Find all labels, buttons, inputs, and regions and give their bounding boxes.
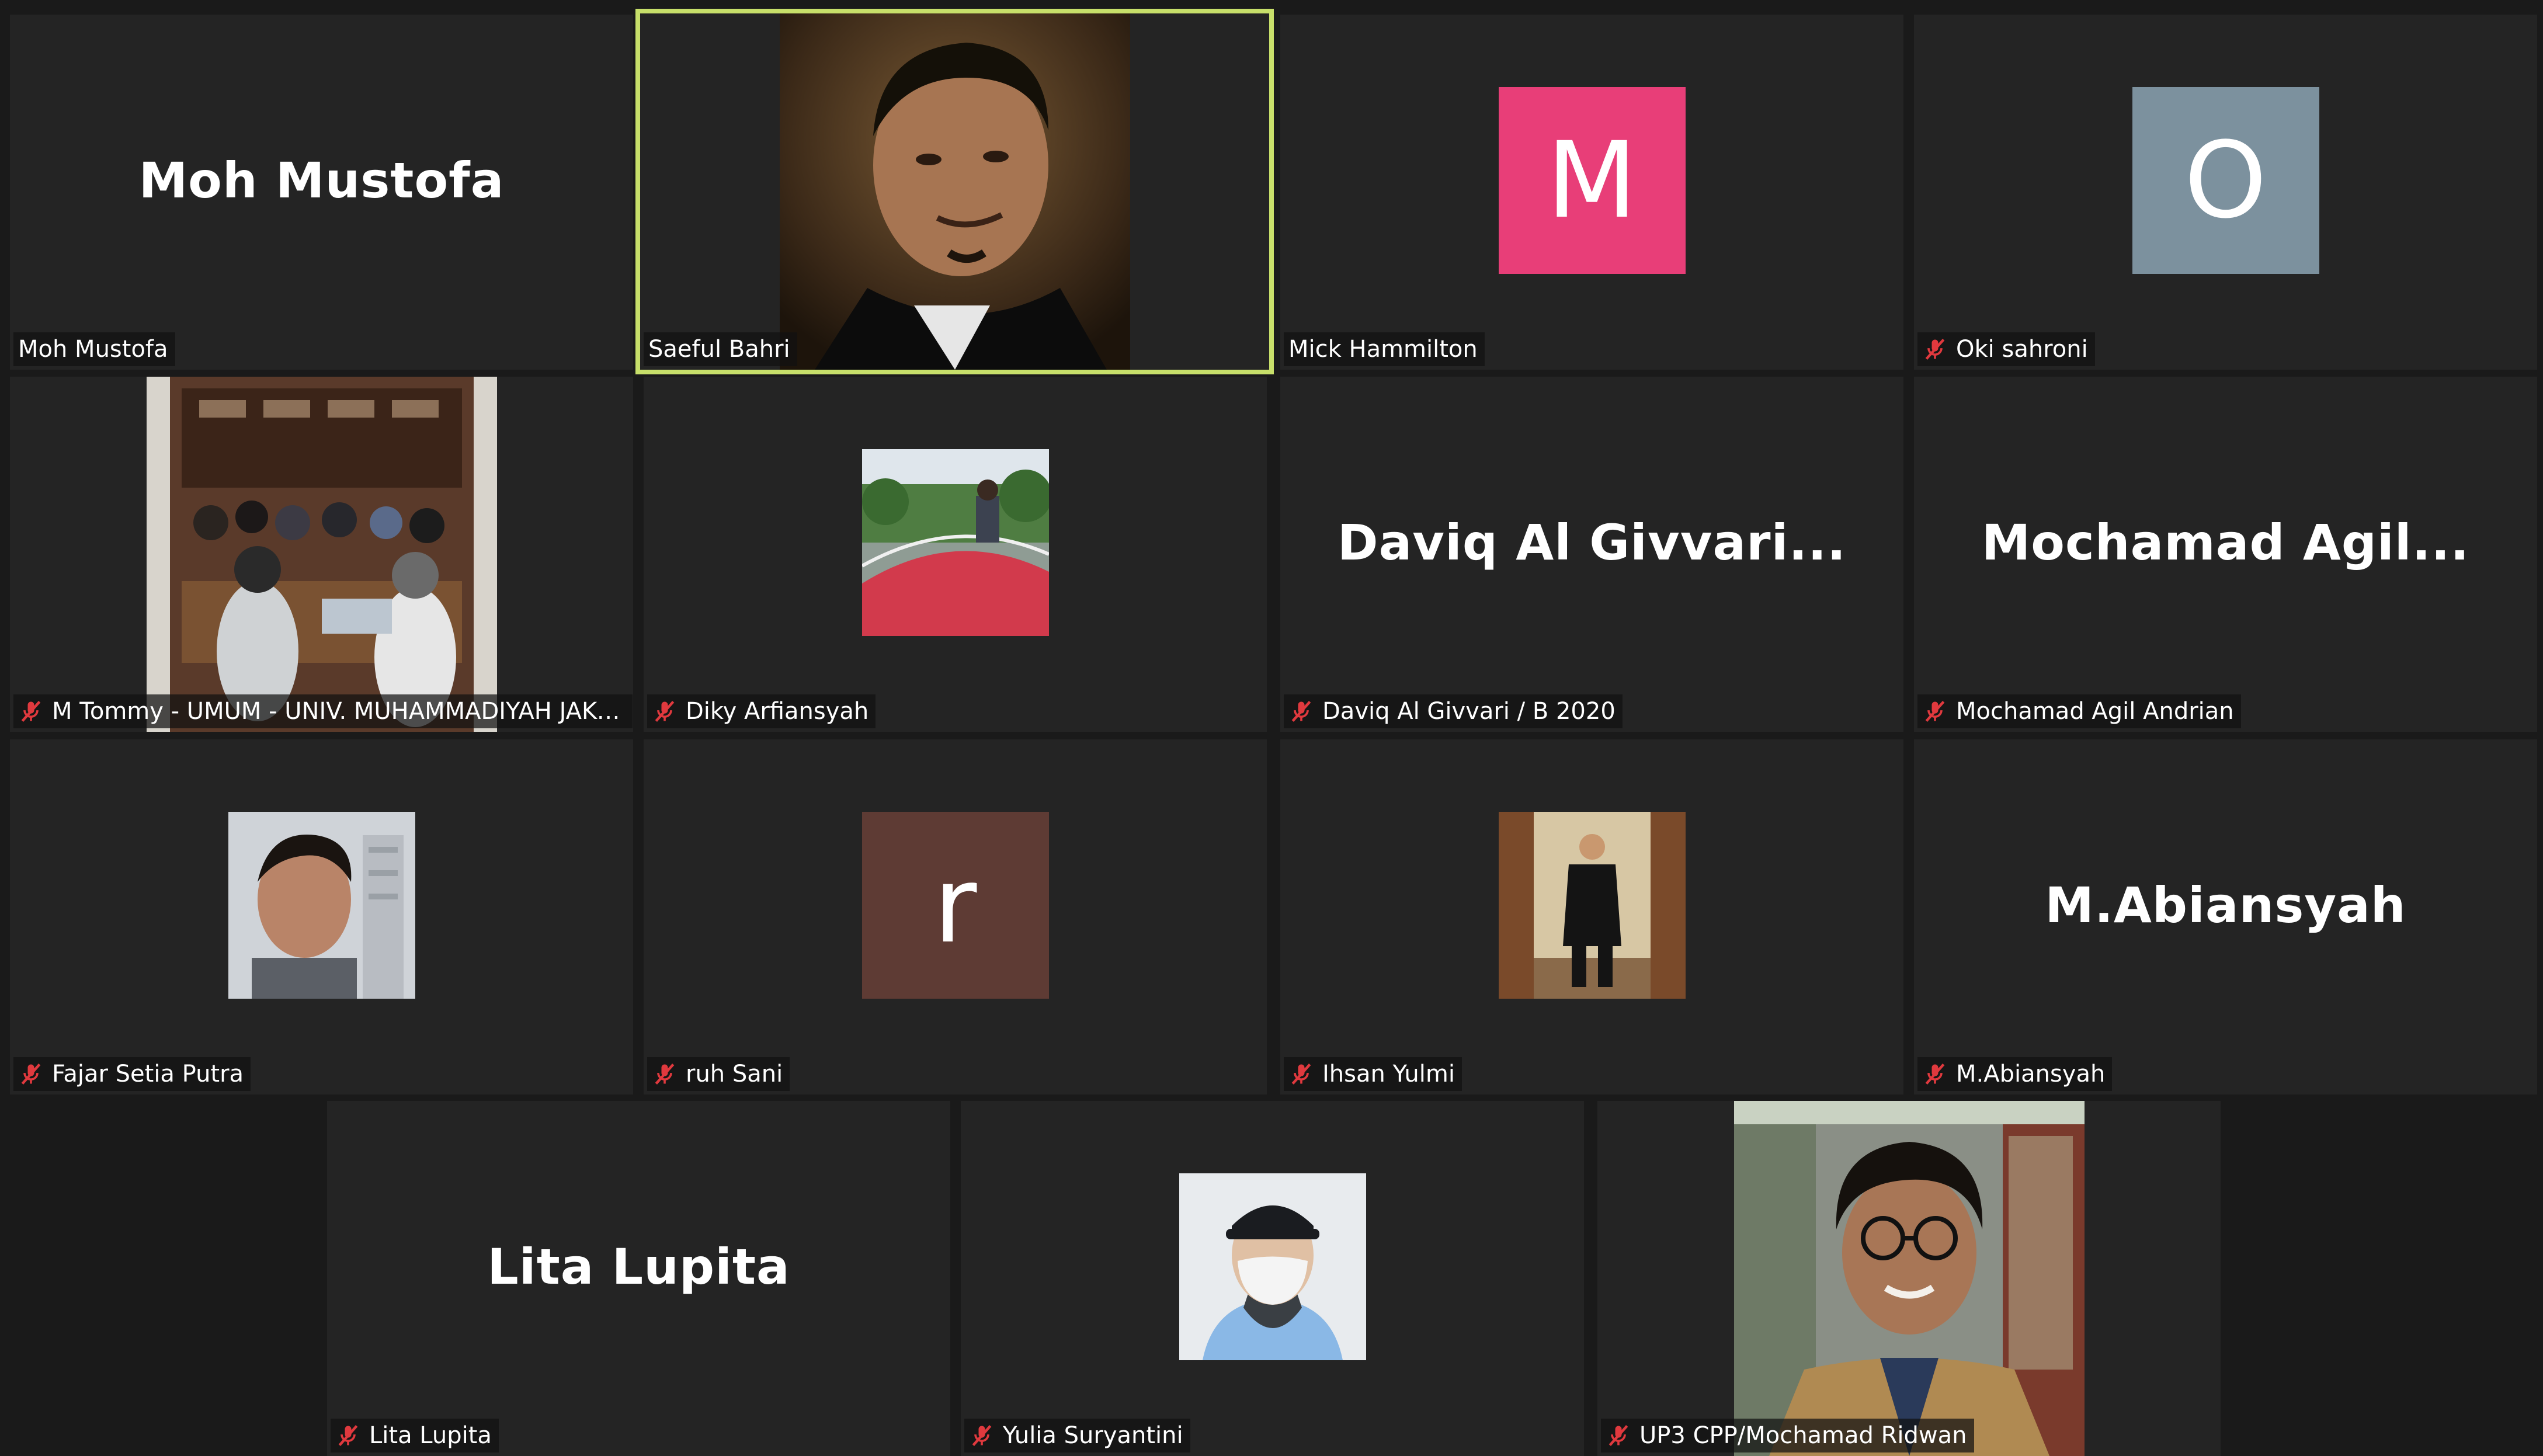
participant-name: Saeful Bahri [648, 336, 790, 363]
mic-muted-icon [1288, 1061, 1314, 1087]
participant-name: Ihsan Yulmi [1322, 1061, 1455, 1087]
mic-muted-icon [1922, 699, 1948, 724]
participant-video [146, 377, 497, 732]
participant-tile-mick-hammilton[interactable]: M Mick Hammilton [1280, 15, 1903, 370]
participant-name-display: Moh Mustofa [138, 152, 505, 209]
participant-name: Lita Lupita [369, 1422, 492, 1449]
participant-tile-m-abiansyah[interactable]: M.Abiansyah M.Abiansyah [1914, 739, 2537, 1094]
participant-name-label: Yulia Suryantini [964, 1419, 1190, 1452]
participant-name-label: Ihsan Yulmi [1284, 1057, 1462, 1091]
mic-muted-icon [18, 699, 44, 724]
participant-name: ruh Sani [686, 1061, 783, 1087]
participant-tile-daviq-al-givvari[interactable]: Daviq Al Givvari... Daviq Al Givvari / B… [1280, 377, 1903, 732]
mic-muted-icon [1922, 1061, 1948, 1087]
participant-name: Mick Hammilton [1288, 336, 1478, 363]
participant-name: Yulia Suryantini [1003, 1422, 1183, 1449]
participant-name: Fajar Setia Putra [52, 1061, 244, 1087]
participant-tile-saeful-bahri[interactable]: Saeful Bahri [635, 9, 1274, 374]
mic-muted-icon [335, 1423, 361, 1448]
participant-name: M Tommy - UMUM - UNIV. MUHAMMADIYAH JAKA… [52, 698, 626, 725]
participant-name-label: Mochamad Agil Andrian [1917, 694, 2241, 728]
mic-muted-icon [969, 1423, 995, 1448]
participant-name: M.Abiansyah [1956, 1061, 2106, 1087]
participant-name-label: Moh Mustofa [13, 332, 175, 366]
participant-name: UP3 CPP/Mochamad Ridwan [1639, 1422, 1967, 1449]
participant-video [228, 812, 415, 999]
participant-tile-ihsan-yulmi[interactable]: Ihsan Yulmi [1280, 739, 1903, 1094]
mic-muted-icon [652, 699, 678, 724]
participant-name-display: Mochamad Agil... [1981, 514, 2470, 571]
participant-tile-up3-cpp-mochamad-ridwan[interactable]: UP3 CPP/Mochamad Ridwan [1597, 1101, 2221, 1456]
participant-name-label: Mick Hammilton [1284, 332, 1485, 366]
participant-name: Diky Arfiansyah [686, 698, 869, 725]
avatar: M [1498, 87, 1686, 274]
avatar: r [861, 812, 1049, 999]
participant-name-label: Diky Arfiansyah [647, 694, 876, 728]
participant-name-label: Lita Lupita [331, 1419, 499, 1452]
avatar: O [2132, 87, 2319, 274]
participant-name-display: M.Abiansyah [2045, 877, 2406, 934]
participant-video [1498, 812, 1686, 999]
participant-tile-fajar-setia-putra[interactable]: Fajar Setia Putra [10, 739, 633, 1094]
participant-name-label: Saeful Bahri [644, 332, 797, 366]
mic-muted-icon [652, 1061, 678, 1087]
participant-tile-oki-sahroni[interactable]: O Oki sahroni [1914, 15, 2537, 370]
participant-name: Mochamad Agil Andrian [1956, 698, 2234, 725]
mic-muted-icon [18, 1061, 44, 1087]
participant-name-label: Oki sahroni [1917, 332, 2095, 366]
participant-name-display: Daviq Al Givvari... [1337, 514, 1847, 571]
participant-name-label: UP3 CPP/Mochamad Ridwan [1601, 1419, 1974, 1452]
mic-muted-icon [1922, 336, 1948, 362]
mic-muted-icon [1606, 1423, 1631, 1448]
participant-name-label: Daviq Al Givvari / B 2020 [1284, 694, 1623, 728]
participant-name-label: M Tommy - UMUM - UNIV. MUHAMMADIYAH JAKA… [13, 694, 633, 728]
mic-muted-icon [1288, 699, 1314, 724]
participant-video [861, 449, 1049, 636]
participant-tile-ruh-sani[interactable]: r ruh Sani [644, 739, 1267, 1094]
participant-name-label: Fajar Setia Putra [13, 1057, 251, 1091]
participant-tile-moh-mustofa[interactable]: Moh Mustofa Moh Mustofa [10, 15, 633, 370]
participant-video [779, 13, 1130, 370]
participant-video [1179, 1173, 1366, 1360]
participant-name-label: ruh Sani [647, 1057, 790, 1091]
participant-tile-m-tommy[interactable]: M Tommy - UMUM - UNIV. MUHAMMADIYAH JAKA… [10, 377, 633, 732]
participant-name-label: M.Abiansyah [1917, 1057, 2113, 1091]
participant-tile-yulia-suryantini[interactable]: Yulia Suryantini [961, 1101, 1584, 1456]
participant-name-display: Lita Lupita [487, 1238, 790, 1295]
participant-video [1733, 1101, 2085, 1456]
participant-tile-diky-arfiansyah[interactable]: Diky Arfiansyah [644, 377, 1267, 732]
participant-name: Oki sahroni [1956, 336, 2088, 363]
participant-name: Daviq Al Givvari / B 2020 [1322, 698, 1616, 725]
participant-tile-lita-lupita[interactable]: Lita Lupita Lita Lupita [327, 1101, 950, 1456]
participant-name: Moh Mustofa [18, 336, 168, 363]
participant-tile-mochamad-agil[interactable]: Mochamad Agil... Mochamad Agil Andrian [1914, 377, 2537, 732]
